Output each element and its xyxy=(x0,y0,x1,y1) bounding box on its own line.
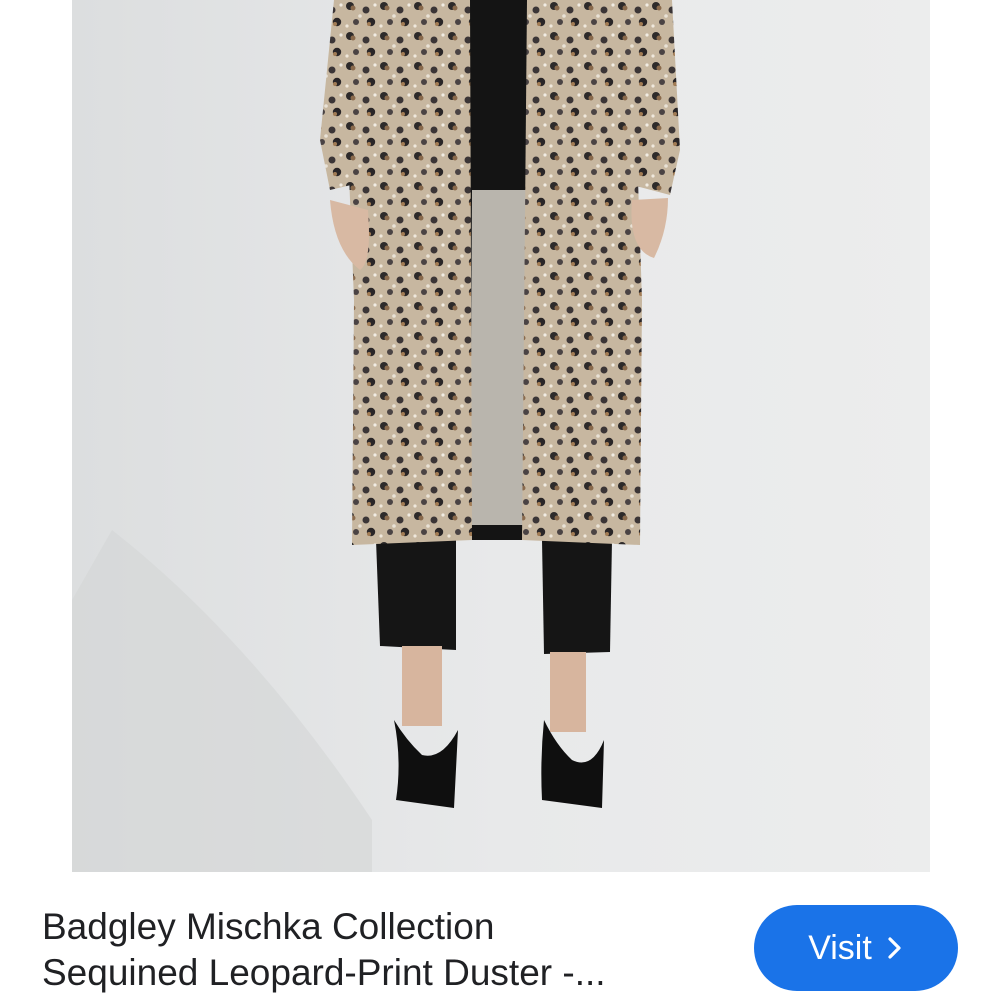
product-image-area[interactable] xyxy=(0,0,1000,872)
product-title[interactable]: Badgley Mischka Collection Sequined Leop… xyxy=(42,904,732,996)
product-photo[interactable] xyxy=(72,0,930,872)
visit-button[interactable]: Visit xyxy=(754,905,958,991)
product-title-line1: Badgley Mischka Collection xyxy=(42,906,495,947)
product-title-line2: Sequined Leopard-Print Duster -... xyxy=(42,952,606,993)
chevron-right-icon xyxy=(886,936,904,960)
duster-illustration xyxy=(72,0,930,872)
visit-button-label: Visit xyxy=(808,928,872,967)
